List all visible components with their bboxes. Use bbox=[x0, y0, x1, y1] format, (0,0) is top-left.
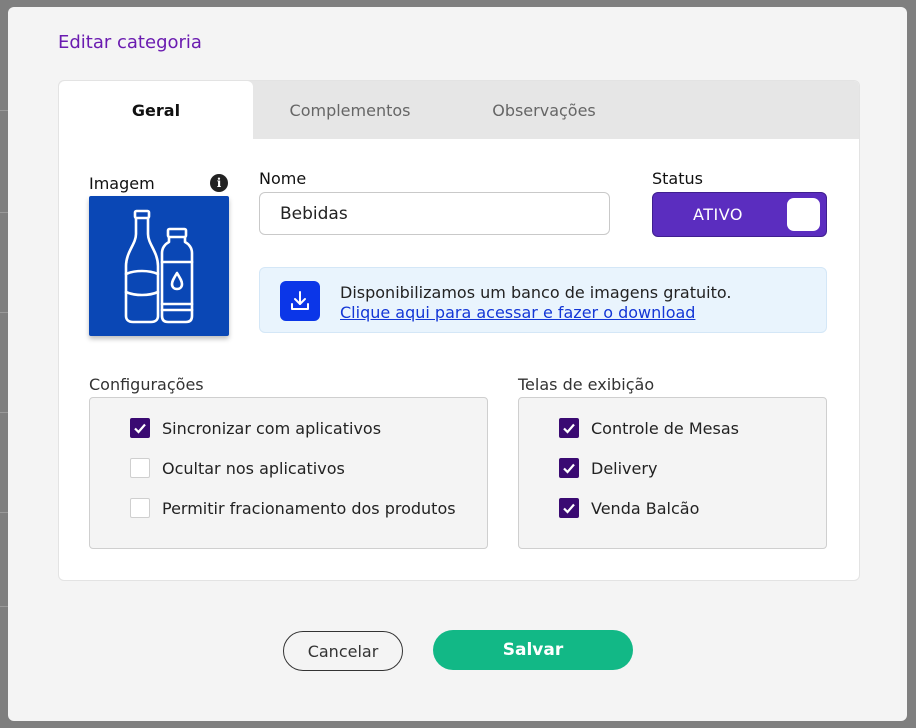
config-option[interactable]: Ocultar nos aplicativos bbox=[130, 458, 345, 478]
check-icon bbox=[134, 423, 146, 434]
download-icon bbox=[291, 291, 309, 310]
backdrop-line bbox=[0, 412, 8, 413]
screen-option[interactable]: Venda Balcão bbox=[559, 498, 699, 518]
checkbox-checked[interactable] bbox=[559, 498, 579, 518]
backdrop-line bbox=[0, 512, 8, 513]
tab-bar: Geral Complementos Observações bbox=[59, 81, 859, 139]
option-label: Sincronizar com aplicativos bbox=[162, 418, 382, 438]
checkbox-unchecked[interactable] bbox=[130, 498, 150, 518]
image-bank-banner: Disponibilizamos um banco de imagens gra… bbox=[259, 267, 827, 333]
option-label: Delivery bbox=[591, 458, 658, 478]
category-image[interactable] bbox=[89, 196, 229, 336]
option-label: Controle de Mesas bbox=[591, 418, 739, 438]
tab-geral[interactable]: Geral bbox=[59, 81, 253, 139]
backdrop-line bbox=[0, 110, 8, 111]
checkbox-checked[interactable] bbox=[130, 418, 150, 438]
config-box: Sincronizar com aplicativos Ocultar nos … bbox=[89, 397, 488, 549]
status-toggle[interactable]: ATIVO bbox=[652, 192, 827, 237]
screen-option[interactable]: Delivery bbox=[559, 458, 657, 478]
name-label: Nome bbox=[259, 169, 307, 188]
cancel-button[interactable]: Cancelar bbox=[283, 631, 403, 671]
option-label: Ocultar nos aplicativos bbox=[162, 458, 345, 478]
checkbox-unchecked[interactable] bbox=[130, 458, 150, 478]
config-title: Configurações bbox=[89, 375, 204, 394]
backdrop-line bbox=[0, 606, 8, 607]
check-icon bbox=[563, 423, 575, 434]
screen-option[interactable]: Controle de Mesas bbox=[559, 418, 739, 438]
bottles-icon bbox=[124, 209, 194, 324]
option-label: Venda Balcão bbox=[591, 498, 700, 518]
checkbox-checked[interactable] bbox=[559, 418, 579, 438]
screens-title: Telas de exibição bbox=[518, 375, 655, 394]
check-icon bbox=[563, 503, 575, 514]
option-label: Permitir fracionamento dos produtos bbox=[162, 498, 456, 518]
toggle-knob bbox=[787, 198, 820, 231]
edit-category-modal: Editar categoria Geral Complementos Obse… bbox=[8, 7, 907, 721]
status-label: Status bbox=[652, 169, 703, 188]
save-button[interactable]: Salvar bbox=[433, 630, 633, 670]
backdrop-line bbox=[0, 312, 8, 313]
config-option[interactable]: Permitir fracionamento dos produtos bbox=[130, 498, 456, 518]
tab-observacoes[interactable]: Observações bbox=[447, 81, 641, 139]
name-input[interactable] bbox=[259, 192, 610, 235]
status-value: ATIVO bbox=[693, 205, 743, 224]
download-link[interactable]: Clique aqui para acessar e fazer o downl… bbox=[340, 303, 695, 322]
info-icon[interactable]: i bbox=[210, 174, 228, 192]
tab-complementos[interactable]: Complementos bbox=[253, 81, 447, 139]
form-card: Geral Complementos Observações Imagem i bbox=[58, 80, 860, 581]
image-label: Imagem bbox=[89, 174, 155, 193]
banner-text: Disponibilizamos um banco de imagens gra… bbox=[340, 283, 732, 302]
check-icon bbox=[563, 463, 575, 474]
config-option[interactable]: Sincronizar com aplicativos bbox=[130, 418, 381, 438]
screens-box: Controle de Mesas Delivery Venda Balcão bbox=[518, 397, 827, 549]
backdrop-line bbox=[0, 212, 8, 213]
modal-title: Editar categoria bbox=[58, 32, 202, 53]
checkbox-checked[interactable] bbox=[559, 458, 579, 478]
download-button[interactable] bbox=[280, 281, 320, 321]
